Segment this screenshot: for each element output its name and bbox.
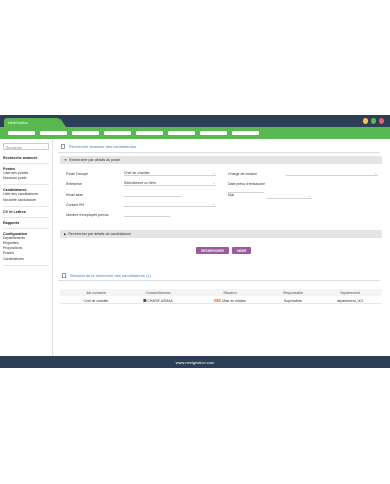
- sidebar: Recherche ⌄ Recherche avancée Postes List…: [0, 139, 53, 356]
- email-alias-input[interactable]: [124, 191, 182, 197]
- contact-rh-select[interactable]: ⌄: [124, 201, 216, 207]
- cell-job[interactable]: Chef de chantier: [84, 299, 109, 303]
- poste-label: Poste Occupé: [66, 172, 88, 176]
- panel-poste-header[interactable]: ▼ Rechercher par détails du poste: [60, 156, 382, 164]
- status-badge: [213, 298, 221, 302]
- collapse-arrow-icon: ▼: [64, 158, 67, 163]
- contact-card-icon: [143, 298, 147, 302]
- cell-situation: Mise en relation: [213, 298, 247, 303]
- nav-menu-item[interactable]: [40, 131, 67, 135]
- poste-select[interactable]: Chef de chantier ⌄: [124, 170, 216, 176]
- email-alias-label: Email alias: [66, 193, 83, 197]
- col-job[interactable]: Job concerné: [86, 291, 106, 295]
- sidebar-divider: [3, 184, 49, 186]
- cell-departement: departement_001: [336, 298, 364, 303]
- sidebar-search-value: Recherche: [6, 145, 22, 150]
- col-situation[interactable]: Situation: [223, 291, 236, 295]
- nb-employes-input[interactable]: [124, 211, 170, 217]
- sidebar-divider: [3, 216, 49, 218]
- nav-menu-item[interactable]: [168, 131, 195, 135]
- entreprise-label: Entreprise: [66, 182, 82, 186]
- panel-poste-title: Rechercher par détails du poste: [68, 158, 120, 163]
- panel-candidatures-header[interactable]: ▶ Rechercher par détails de candidatures: [60, 230, 382, 238]
- chevron-down-icon: ⌄: [308, 194, 311, 199]
- entreprise-select[interactable]: Sélectionner un tiers ⌄: [124, 180, 216, 186]
- nb-employes-label: Nombre d'employés prévus: [66, 213, 109, 217]
- table-row[interactable]: Chef de chantier CHARIF ASMAA Mise en re…: [60, 296, 382, 304]
- results-table-header: Job concerné Contact/Adresse Situation R…: [60, 289, 382, 296]
- browser-tab-label: NextGestion: [8, 120, 28, 125]
- col-departement[interactable]: Departement: [340, 291, 360, 295]
- col-responsable[interactable]: Responsable: [283, 291, 303, 295]
- results-title-text: Résultat de la recherche des candidature…: [70, 273, 145, 278]
- window-controls: [362, 118, 384, 124]
- poste-select-value: Chef de chantier: [124, 171, 150, 175]
- results-title: Résultat de la recherche des candidature…: [62, 273, 151, 278]
- chevron-down-icon: ⌄: [212, 181, 215, 186]
- document-icon: [61, 144, 65, 149]
- sidebar-heading[interactable]: CV et Lettres: [0, 210, 52, 214]
- search-button[interactable]: RECHERCHER: [196, 247, 229, 254]
- etat-label: Etat: [228, 193, 235, 197]
- browser-tab[interactable]: NextGestion: [4, 118, 60, 127]
- sidebar-divider: [3, 205, 49, 207]
- nav-menu-item[interactable]: [8, 131, 35, 135]
- etat-select[interactable]: ⌄: [266, 193, 312, 199]
- sidebar-sections: Postes Liste des postes Nouveau poste Candi…: [0, 167, 52, 266]
- nav-menu-item[interactable]: [200, 131, 227, 135]
- date-embauche-label: Date prévu d'embauche: [228, 182, 266, 186]
- reset-button[interactable]: VIDER: [232, 247, 251, 254]
- sidebar-item[interactable]: Nouvelle candidature: [0, 198, 52, 203]
- nav-menu-item[interactable]: [232, 131, 259, 135]
- browser-titlebar: NextGestion: [0, 115, 390, 127]
- cell-situation-text: Mise en relation: [222, 298, 247, 303]
- nav-menu-item[interactable]: [136, 131, 163, 135]
- results-divider: [58, 280, 380, 281]
- contact-rh-label: Contact RH: [66, 203, 85, 207]
- collapse-arrow-icon: ▶: [64, 232, 67, 237]
- document-icon: [62, 273, 66, 278]
- close-dot-icon[interactable]: [378, 118, 384, 124]
- panel-candidatures-title: Rechercher par détails de candidatures: [68, 232, 132, 237]
- chevron-down-icon: ⌄: [374, 171, 377, 176]
- col-contact[interactable]: Contact/Adresse: [145, 291, 170, 295]
- cell-contact[interactable]: CHARIF ASMAA: [143, 298, 173, 303]
- sidebar-item-recherche-avancee[interactable]: Recherche avancée: [0, 156, 52, 160]
- charge-mission-select[interactable]: ⌄: [286, 170, 378, 176]
- footer: www.nextgestion.com: [0, 356, 390, 368]
- tab-notch: [60, 118, 66, 127]
- sidebar-heading[interactable]: Rapports: [0, 221, 52, 225]
- nav-menu-item[interactable]: [72, 131, 99, 135]
- chevron-down-icon: ⌄: [43, 145, 46, 150]
- sidebar-divider: [3, 227, 49, 229]
- maximize-dot-icon[interactable]: [370, 118, 376, 124]
- top-navbar: [0, 127, 390, 139]
- title-divider: [58, 152, 380, 153]
- sidebar-divider: [3, 163, 49, 164]
- sidebar-item[interactable]: Nouveau poste: [0, 176, 52, 181]
- sidebar-divider: [3, 264, 49, 266]
- nav-menu-item[interactable]: [104, 131, 131, 135]
- cell-responsable: Superadmin: [283, 298, 303, 303]
- sidebar-search-select[interactable]: Recherche ⌄: [3, 143, 49, 150]
- chevron-down-icon: ⌄: [212, 202, 215, 207]
- page-title: Recherche avancée des candidatures: [61, 144, 136, 149]
- main-content: Recherche avancée des candidatures ▼ Rech…: [54, 139, 390, 356]
- charge-mission-label: Chargé de mission: [228, 172, 258, 176]
- entreprise-select-value: Sélectionner un tiers: [124, 181, 156, 185]
- cell-contact-text: CHARIF ASMAA: [147, 298, 173, 303]
- chevron-down-icon: ⌄: [212, 171, 215, 176]
- minimize-dot-icon[interactable]: [362, 118, 368, 124]
- page-title-text: Recherche avancée des candidatures: [69, 144, 137, 149]
- results-count: (1): [146, 273, 151, 278]
- sidebar-item[interactable]: Candidatures: [0, 257, 52, 262]
- footer-link[interactable]: www.nextgestion.com: [176, 360, 215, 365]
- app-window: NextGestion Recherche ⌄ Recherche avancé…: [0, 115, 390, 368]
